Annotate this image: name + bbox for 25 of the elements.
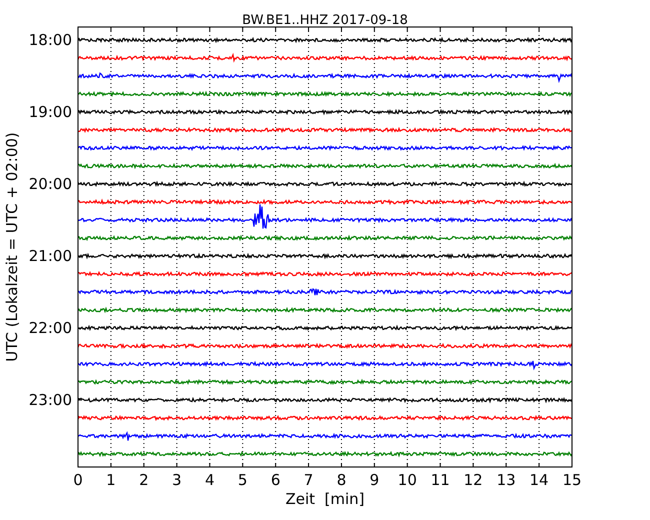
x-tick-label: 5 [238,471,248,489]
plot-title: BW.BE1..HHZ 2017-09-18 [242,13,408,28]
x-tick-label: 11 [430,471,450,489]
x-tick-label: 2 [139,471,149,489]
time-label: 20:00 [28,175,72,193]
time-label: 22:00 [28,319,72,337]
x-tick-label: 8 [336,471,346,489]
x-tick-label: 6 [270,471,280,489]
x-axis-label: Zeit [min] [285,490,365,508]
x-tick-label: 0 [73,471,83,489]
time-label: 19:00 [28,103,72,121]
x-tick-label: 14 [530,471,549,489]
x-tick-label: 15 [562,471,582,489]
x-tick-label: 13 [496,471,516,489]
x-tick-label: 7 [304,471,314,489]
x-tick-label: 4 [204,471,214,489]
time-label: 21:00 [28,247,72,265]
x-tick-label: 3 [172,471,182,489]
x-tick-label: 9 [370,471,380,489]
time-label: 18:00 [28,31,72,49]
time-label: 23:00 [28,391,72,409]
x-tick-label: 12 [464,471,483,489]
x-tick-label: 1 [106,471,116,489]
x-tick-label: 10 [398,471,417,489]
y-axis-label: UTC (Lokalzeit = UTC + 02:00) [3,132,21,362]
